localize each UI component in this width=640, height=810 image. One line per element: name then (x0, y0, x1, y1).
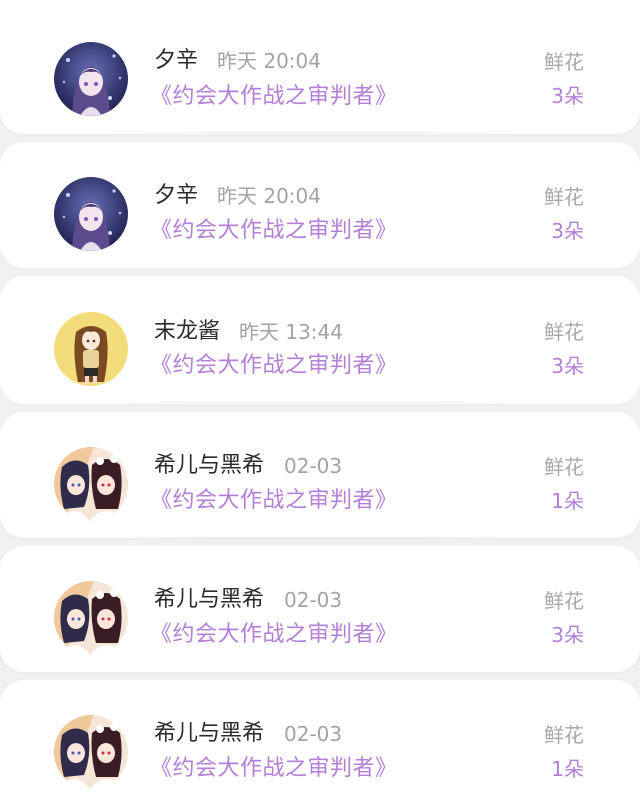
list-item[interactable]: 末龙酱 昨天 13:44 《约会大作战之审判者》 鲜花 3朵 (0, 276, 640, 404)
book-title-link[interactable]: 《约会大作战之审判者》 (150, 82, 398, 112)
list-item[interactable]: 希儿与黑希 02-03 《约会大作战之审判者》 鲜花 1朵 (0, 680, 640, 810)
book-title-link[interactable]: 《约会大作战之审判者》 (150, 486, 398, 516)
timestamp: 02-03 (284, 454, 343, 478)
divider (110, 132, 520, 133)
anime-avatar-yellow-icon (54, 312, 128, 386)
book-title-link[interactable]: 《约会大作战之审判者》 (150, 351, 398, 381)
timestamp: 昨天 20:04 (217, 184, 321, 208)
gift-type-label: 鲜花 (544, 723, 584, 747)
gift-type-label: 鲜花 (544, 320, 584, 344)
anime-avatar-dark-purple-icon (54, 42, 128, 116)
user-avatar[interactable] (54, 715, 128, 789)
gift-count: 1朵 (551, 757, 584, 781)
gift-count: 3朵 (551, 623, 584, 647)
timestamp: 昨天 20:04 (217, 49, 321, 73)
gift-count: 1朵 (551, 489, 584, 513)
anime-avatar-pair-icon (54, 715, 128, 789)
user-avatar[interactable] (54, 447, 128, 521)
book-title-link[interactable]: 《约会大作战之审判者》 (150, 754, 398, 784)
anime-avatar-dark-purple-icon (54, 177, 128, 251)
gift-record-list: 夕辛 昨天 20:04 《约会大作战之审判者》 鲜花 3朵 夕辛 昨天 20:0… (0, 0, 640, 810)
username[interactable]: 希儿与黑希 (154, 720, 264, 748)
gift-type-label: 鲜花 (544, 185, 584, 209)
username[interactable]: 夕辛 (154, 47, 198, 75)
username[interactable]: 希儿与黑希 (154, 452, 264, 480)
timestamp: 02-03 (284, 722, 343, 746)
user-avatar[interactable] (54, 312, 128, 386)
list-item[interactable]: 希儿与黑希 02-03 《约会大作战之审判者》 鲜花 1朵 (0, 412, 640, 538)
gift-type-label: 鲜花 (544, 50, 584, 74)
gift-count: 3朵 (551, 219, 584, 243)
divider (110, 402, 520, 403)
gift-count: 3朵 (551, 354, 584, 378)
timestamp: 昨天 13:44 (239, 320, 343, 344)
username[interactable]: 末龙酱 (154, 318, 220, 346)
user-avatar[interactable] (54, 42, 128, 116)
list-item[interactable]: 夕辛 昨天 20:04 《约会大作战之审判者》 鲜花 3朵 (0, 142, 640, 268)
user-avatar[interactable] (54, 177, 128, 251)
book-title-link[interactable]: 《约会大作战之审判者》 (150, 620, 398, 650)
anime-avatar-pair-icon (54, 581, 128, 655)
gift-count: 3朵 (551, 84, 584, 108)
list-item[interactable]: 夕辛 昨天 20:04 《约会大作战之审判者》 鲜花 3朵 (0, 0, 640, 134)
username[interactable]: 希儿与黑希 (154, 586, 264, 614)
timestamp: 02-03 (284, 588, 343, 612)
user-avatar[interactable] (54, 581, 128, 655)
username[interactable]: 夕辛 (154, 182, 198, 210)
list-item[interactable]: 希儿与黑希 02-03 《约会大作战之审判者》 鲜花 3朵 (0, 546, 640, 672)
divider (110, 537, 520, 538)
book-title-link[interactable]: 《约会大作战之审判者》 (150, 216, 398, 246)
anime-avatar-pair-icon (54, 447, 128, 521)
gift-type-label: 鲜花 (544, 455, 584, 479)
gift-type-label: 鲜花 (544, 589, 584, 613)
